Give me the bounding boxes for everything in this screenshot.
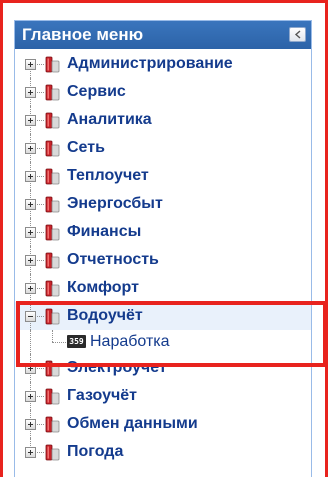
expand-icon[interactable]	[25, 419, 36, 430]
module-folder-icon	[45, 140, 60, 157]
tree-node-administration[interactable]: Администрирование	[15, 50, 311, 78]
tree-node-energy-sales[interactable]: Энергосбыт	[15, 190, 311, 218]
tree-node-service[interactable]: Сервис	[15, 78, 311, 106]
panel-header: Главное меню	[15, 21, 311, 49]
tree-node-label: Финансы	[67, 223, 142, 240]
module-folder-icon	[45, 224, 60, 241]
main-menu-panel: Главное меню Администрирование Сервис Ан…	[14, 20, 312, 477]
expand-icon[interactable]	[25, 227, 36, 238]
collapse-button[interactable]	[289, 27, 306, 42]
tree-leaf-operating-time[interactable]: 359 Наработка	[15, 330, 311, 354]
panel-title: Главное меню	[22, 25, 144, 44]
expand-icon[interactable]	[25, 143, 36, 154]
tree-node-reporting[interactable]: Отчетность	[15, 246, 311, 274]
tree-node-label: Сеть	[67, 139, 105, 156]
module-folder-icon	[45, 444, 60, 461]
tree-node-comfort[interactable]: Комфорт	[15, 274, 311, 302]
counter-badge-icon: 359	[67, 335, 86, 348]
expand-icon[interactable]	[25, 87, 36, 98]
tree-node-label: Отчетность	[67, 251, 159, 268]
chevron-left-icon	[294, 30, 301, 39]
tree-node-label: Аналитика	[67, 111, 152, 128]
tree-node-electric-metering[interactable]: Электроучет	[15, 354, 311, 382]
tree-node-label: Обмен данными	[67, 415, 198, 432]
tree-node-label: Газоучёт	[67, 387, 137, 404]
module-folder-icon	[45, 252, 60, 269]
tree-node-label: Администрирование	[67, 55, 233, 72]
expand-icon[interactable]	[25, 447, 36, 458]
module-folder-icon	[45, 416, 60, 433]
module-folder-icon	[45, 168, 60, 185]
expand-icon[interactable]	[25, 59, 36, 70]
module-folder-icon	[45, 360, 60, 377]
tree-node-heat-metering[interactable]: Теплоучет	[15, 162, 311, 190]
tree-node-water-metering[interactable]: Водоучёт	[15, 302, 311, 330]
module-folder-icon	[45, 84, 60, 101]
tree-node-label: Энергосбыт	[67, 195, 163, 212]
tree-node-data-exchange[interactable]: Обмен данными	[15, 410, 311, 438]
expand-icon[interactable]	[25, 199, 36, 210]
tree-node-network[interactable]: Сеть	[15, 134, 311, 162]
tree-node-label: Комфорт	[67, 279, 139, 296]
tree-node-label: Электроучет	[67, 359, 167, 376]
expand-icon[interactable]	[25, 255, 36, 266]
module-folder-icon	[45, 308, 60, 325]
tree-node-finance[interactable]: Финансы	[15, 218, 311, 246]
tree-node-label: Теплоучет	[67, 167, 149, 184]
tree-node-label: Водоучёт	[67, 307, 143, 324]
tree-node-label: Погода	[67, 443, 124, 460]
expand-icon[interactable]	[25, 391, 36, 402]
collapse-node-icon[interactable]	[25, 311, 36, 322]
tree-node-label: Сервис	[67, 83, 126, 100]
module-folder-icon	[45, 388, 60, 405]
tree-leaf-label: Наработка	[90, 333, 170, 350]
expand-icon[interactable]	[25, 363, 36, 374]
menu-tree: Администрирование Сервис Аналитика Сеть …	[15, 49, 311, 466]
tree-node-weather[interactable]: Погода	[15, 438, 311, 466]
expand-icon[interactable]	[25, 283, 36, 294]
module-folder-icon	[45, 56, 60, 73]
expand-icon[interactable]	[25, 171, 36, 182]
tree-node-analytics[interactable]: Аналитика	[15, 106, 311, 134]
module-folder-icon	[45, 196, 60, 213]
expand-icon[interactable]	[25, 115, 36, 126]
tree-node-gas-metering[interactable]: Газоучёт	[15, 382, 311, 410]
module-folder-icon	[45, 112, 60, 129]
module-folder-icon	[45, 280, 60, 297]
